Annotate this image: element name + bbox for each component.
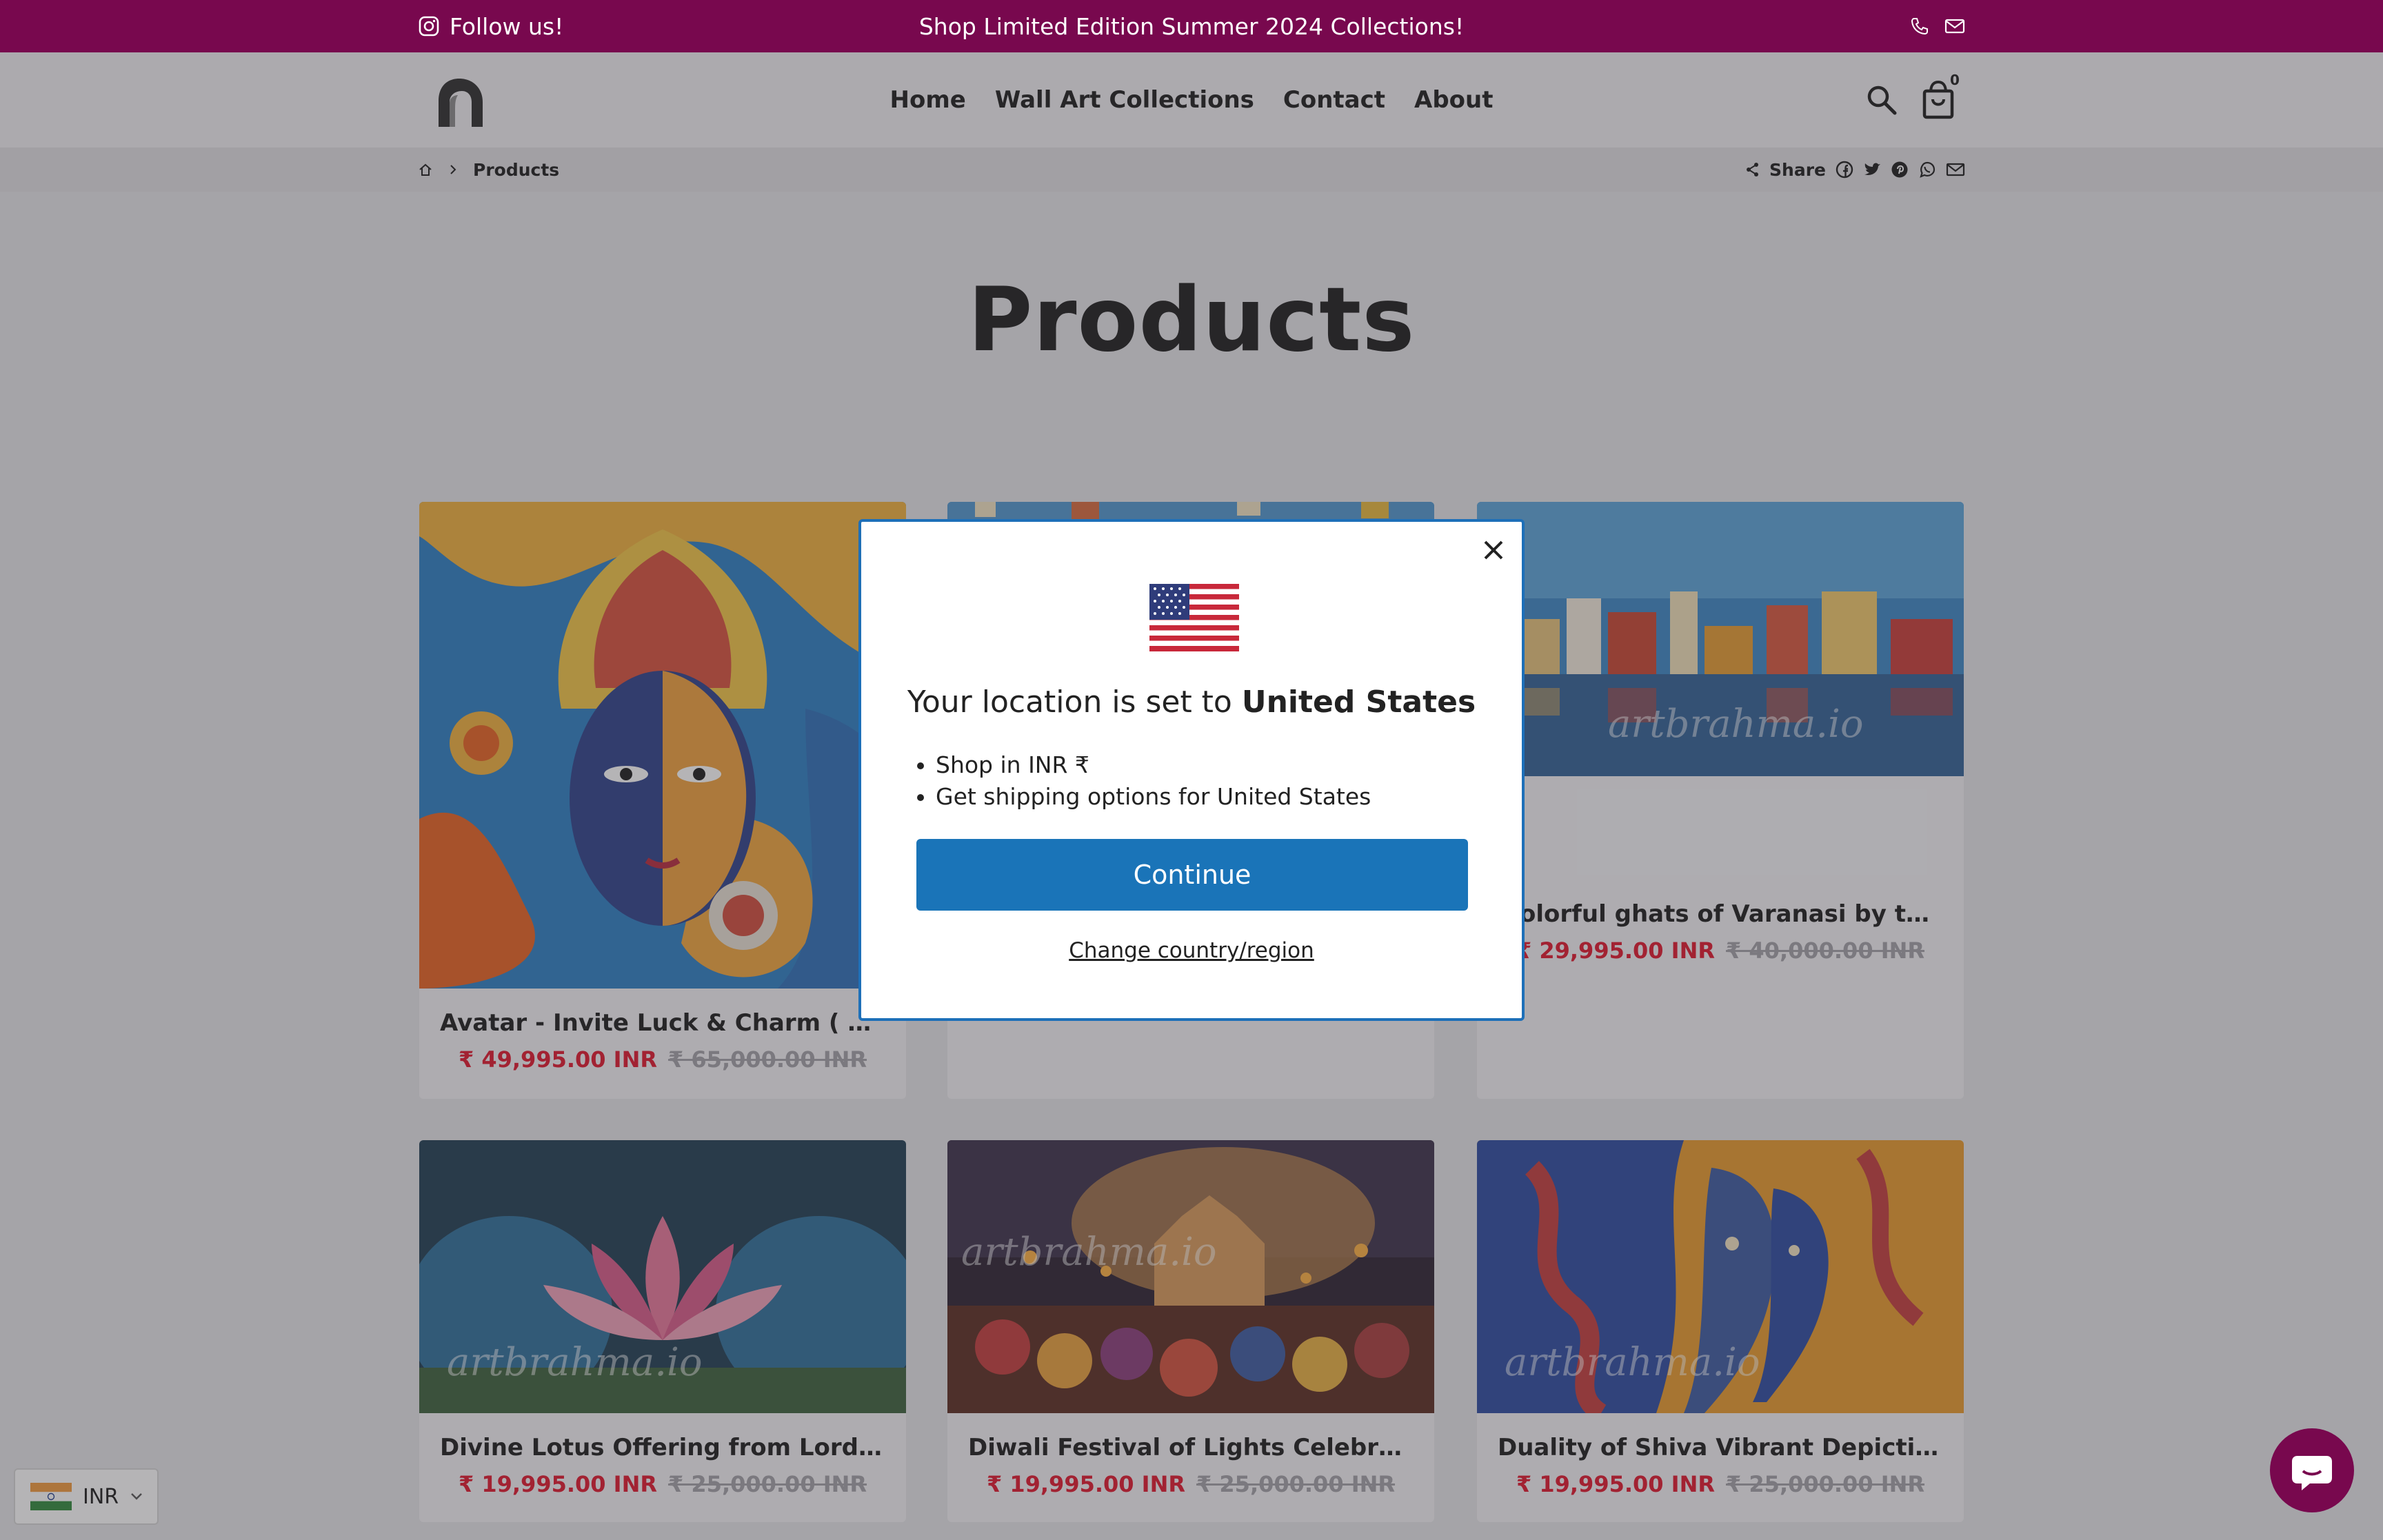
close-icon[interactable] (1476, 533, 1511, 567)
announcement-message[interactable]: Shop Limited Edition Summer 2024 Collect… (0, 0, 2383, 52)
chat-button[interactable] (2270, 1428, 2354, 1512)
announcement-bar: Follow us! Shop Limited Edition Summer 2… (0, 0, 2383, 52)
modal-heading-prefix: Your location is set to (907, 685, 1232, 720)
phone-icon[interactable] (1910, 17, 1929, 36)
change-country-link[interactable]: Change country/region (861, 938, 1522, 963)
us-flag-icon (1149, 584, 1239, 651)
list-item: Shop in INR ₹ (936, 749, 1371, 781)
continue-button[interactable]: Continue (916, 839, 1468, 911)
modal-heading: Your location is set to United States (861, 685, 1522, 720)
list-item: Get shipping options for United States (936, 781, 1371, 813)
modal-benefits-list: Shop in INR ₹ Get shipping options for U… (916, 749, 1371, 813)
mail-icon[interactable] (1944, 18, 1965, 34)
location-modal: Your location is set to United States Sh… (858, 519, 1525, 1021)
chat-icon (2292, 1456, 2332, 1490)
contact-icons (1910, 0, 1965, 52)
modal-country: United States (1241, 685, 1476, 720)
